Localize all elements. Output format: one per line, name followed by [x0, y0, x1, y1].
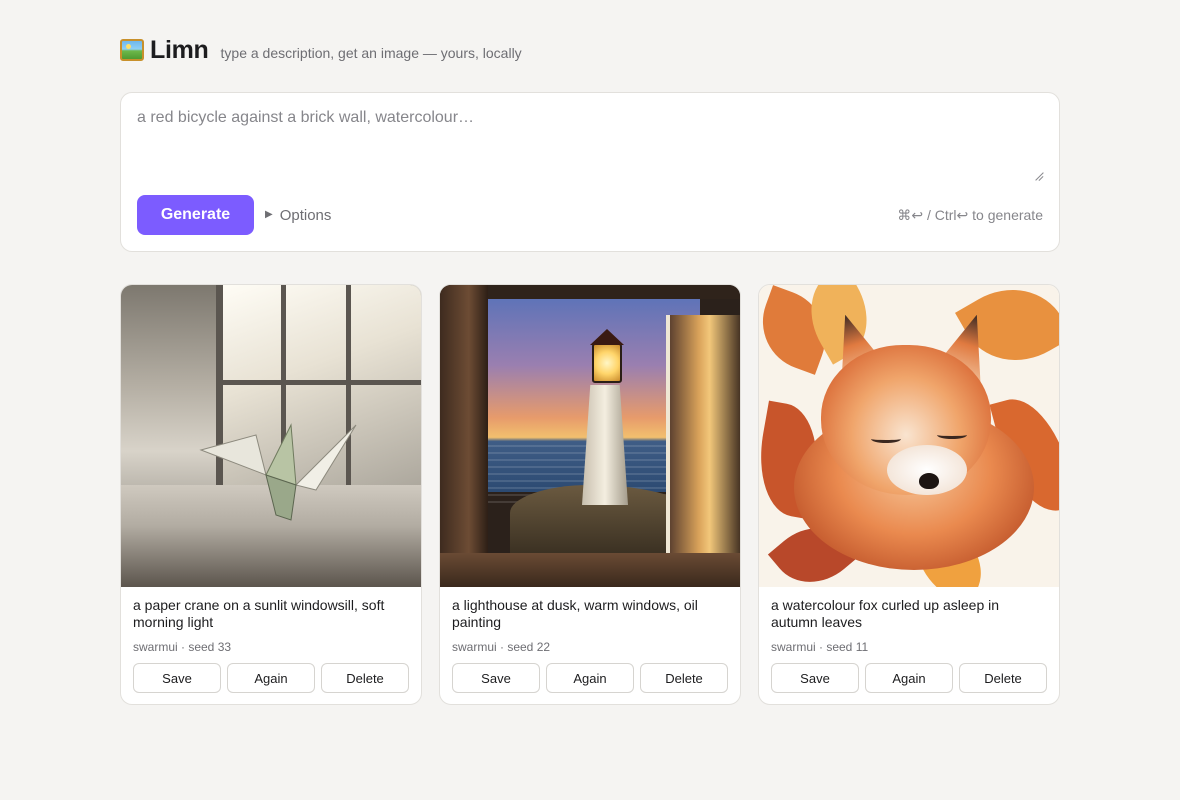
shortcut-hint: ⌘↩ / Ctrl↩ to generate [897, 207, 1043, 223]
image-meta: swarmui · seed 33 [133, 640, 232, 654]
generated-image-fox[interactable] [759, 285, 1059, 587]
fox-nose-shape [919, 473, 939, 489]
image-caption: a paper crane on a sunlit windowsill, so… [133, 597, 385, 630]
window-shutter-shape [666, 315, 740, 565]
generate-button[interactable]: Generate [137, 195, 254, 235]
image-caption: a lighthouse at dusk, warm windows, oil … [452, 597, 698, 630]
app-tagline: type a description, get an image — yours… [220, 45, 522, 61]
windowsill-shape [440, 553, 740, 587]
app-title: Limn [150, 36, 209, 64]
image-gallery: a paper crane on a sunlit windowsill, so… [120, 284, 1060, 705]
generated-image-lighthouse[interactable] [440, 285, 740, 587]
card-actions: Save Again Delete [133, 663, 409, 693]
image-meta: swarmui · seed 11 [771, 640, 869, 654]
card-actions: Save Again Delete [771, 663, 1047, 693]
image-card: a lighthouse at dusk, warm windows, oil … [439, 284, 741, 705]
prompt-input[interactable] [137, 109, 1045, 181]
again-button[interactable]: Again [865, 663, 953, 693]
card-actions: Save Again Delete [452, 663, 728, 693]
image-caption: a watercolour fox curled up asleep in au… [771, 597, 1000, 630]
image-card: a watercolour fox curled up asleep in au… [758, 284, 1060, 705]
delete-button[interactable]: Delete [321, 663, 409, 693]
delete-button[interactable]: Delete [640, 663, 728, 693]
generated-image-paper-crane[interactable] [121, 285, 421, 587]
window-frame-shape [216, 380, 421, 385]
delete-button[interactable]: Delete [959, 663, 1047, 693]
again-button[interactable]: Again [227, 663, 315, 693]
save-button[interactable]: Save [452, 663, 540, 693]
disclosure-triangle-icon: ▶ [265, 209, 273, 220]
fox-eye-shape [871, 435, 901, 443]
prompt-card: Generate ▶ Options ⌘↩ / Ctrl↩ to generat… [120, 92, 1060, 252]
fox-eye-shape [937, 431, 967, 439]
options-toggle[interactable]: ▶ Options [265, 207, 331, 224]
paper-crane-shape [199, 423, 357, 521]
save-button[interactable]: Save [133, 663, 221, 693]
image-card: a paper crane on a sunlit windowsill, so… [120, 284, 422, 705]
app-header: Limn type a description, get an image — … [120, 36, 522, 65]
options-label: Options [279, 207, 332, 224]
again-button[interactable]: Again [546, 663, 634, 693]
framed-picture-icon [120, 39, 144, 61]
save-button[interactable]: Save [771, 663, 859, 693]
window-shutter-shape [440, 285, 488, 587]
resize-grip-icon[interactable] [1033, 171, 1043, 181]
image-meta: swarmui · seed 22 [452, 640, 551, 654]
lighthouse-lamp-shape [592, 343, 622, 383]
